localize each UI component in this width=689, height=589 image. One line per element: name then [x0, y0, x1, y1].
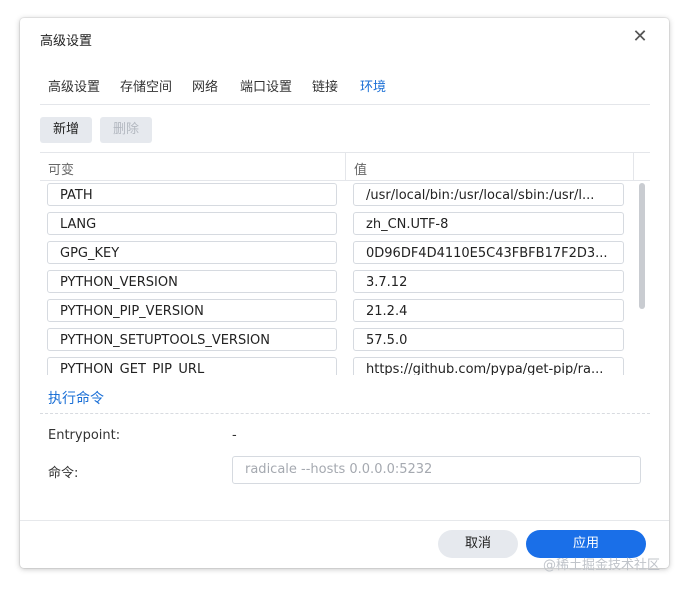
tab-network[interactable]: 网络: [192, 76, 218, 95]
footer-divider: [20, 520, 669, 521]
tab-links[interactable]: 链接: [312, 76, 338, 95]
column-divider: [633, 153, 634, 180]
cancel-button[interactable]: 取消: [438, 530, 518, 558]
tab-environment[interactable]: 环境: [360, 76, 386, 95]
value-field[interactable]: zh_CN.UTF-8: [353, 212, 624, 235]
table-row: PYTHON_PIP_VERSION 21.2.4: [40, 297, 650, 326]
variable-field[interactable]: GPG_KEY: [47, 241, 337, 264]
table-row: PYTHON_GET_PIP_URL https://github.com/py…: [40, 355, 650, 375]
value-field[interactable]: /usr/local/bin:/usr/local/sbin:/usr/l...: [353, 183, 624, 206]
variable-field[interactable]: PYTHON_PIP_VERSION: [47, 299, 337, 322]
table-header: 可变 值: [40, 153, 650, 181]
entrypoint-value: -: [232, 428, 237, 443]
tab-advanced-settings[interactable]: 高级设置: [48, 76, 100, 95]
value-field[interactable]: 57.5.0: [353, 328, 624, 351]
table-row: PATH /usr/local/bin:/usr/local/sbin:/usr…: [40, 181, 650, 210]
variable-field[interactable]: PATH: [47, 183, 337, 206]
command-label: 命令:: [48, 466, 79, 481]
column-header-variable[interactable]: 可变: [48, 159, 74, 178]
column-divider: [345, 153, 346, 180]
tab-port-settings[interactable]: 端口设置: [240, 76, 292, 95]
environment-table: 可变 值 PATH /usr/local/bin:/usr/local/sbin…: [40, 152, 650, 375]
delete-button[interactable]: 删除: [100, 117, 153, 143]
variable-field[interactable]: PYTHON_SETUPTOOLS_VERSION: [47, 328, 337, 351]
close-icon[interactable]: ✕: [629, 26, 651, 48]
table-row: PYTHON_VERSION 3.7.12: [40, 268, 650, 297]
tab-storage[interactable]: 存储空间: [120, 76, 172, 95]
value-field[interactable]: 0D96DF4D4110E5C43FBFB17F2D3...: [353, 241, 624, 264]
column-header-value[interactable]: 值: [354, 159, 367, 178]
tab-bar: 高级设置 存储空间 网络 端口设置 链接 环境: [40, 74, 650, 105]
table-row: LANG zh_CN.UTF-8: [40, 210, 650, 239]
table-scrollbar[interactable]: [639, 183, 645, 309]
table-row: PYTHON_SETUPTOOLS_VERSION 57.5.0: [40, 326, 650, 355]
command-section-title: 执行命令: [48, 391, 104, 407]
section-divider: [40, 413, 650, 414]
variable-field[interactable]: LANG: [47, 212, 337, 235]
watermark: @稀土掘金技术社区: [543, 558, 661, 573]
variable-field[interactable]: PYTHON_VERSION: [47, 270, 337, 293]
dialog-titlebar: 高级设置 ✕: [20, 18, 669, 58]
command-input[interactable]: radicale --hosts 0.0.0.0:5232: [232, 456, 641, 484]
value-field[interactable]: 21.2.4: [353, 299, 624, 322]
variable-field[interactable]: PYTHON_GET_PIP_URL: [47, 357, 337, 375]
dialog-title: 高级设置: [40, 34, 93, 49]
entrypoint-label: Entrypoint:: [48, 428, 121, 443]
advanced-settings-dialog: 高级设置 ✕ 高级设置 存储空间 网络 端口设置 链接 环境 新增 删除 可变 …: [20, 18, 669, 568]
table-rows: PATH /usr/local/bin:/usr/local/sbin:/usr…: [40, 181, 650, 375]
value-field[interactable]: 3.7.12: [353, 270, 624, 293]
value-field[interactable]: https://github.com/pypa/get-pip/ra...: [353, 357, 624, 375]
table-row: GPG_KEY 0D96DF4D4110E5C43FBFB17F2D3...: [40, 239, 650, 268]
add-button[interactable]: 新增: [40, 117, 93, 143]
